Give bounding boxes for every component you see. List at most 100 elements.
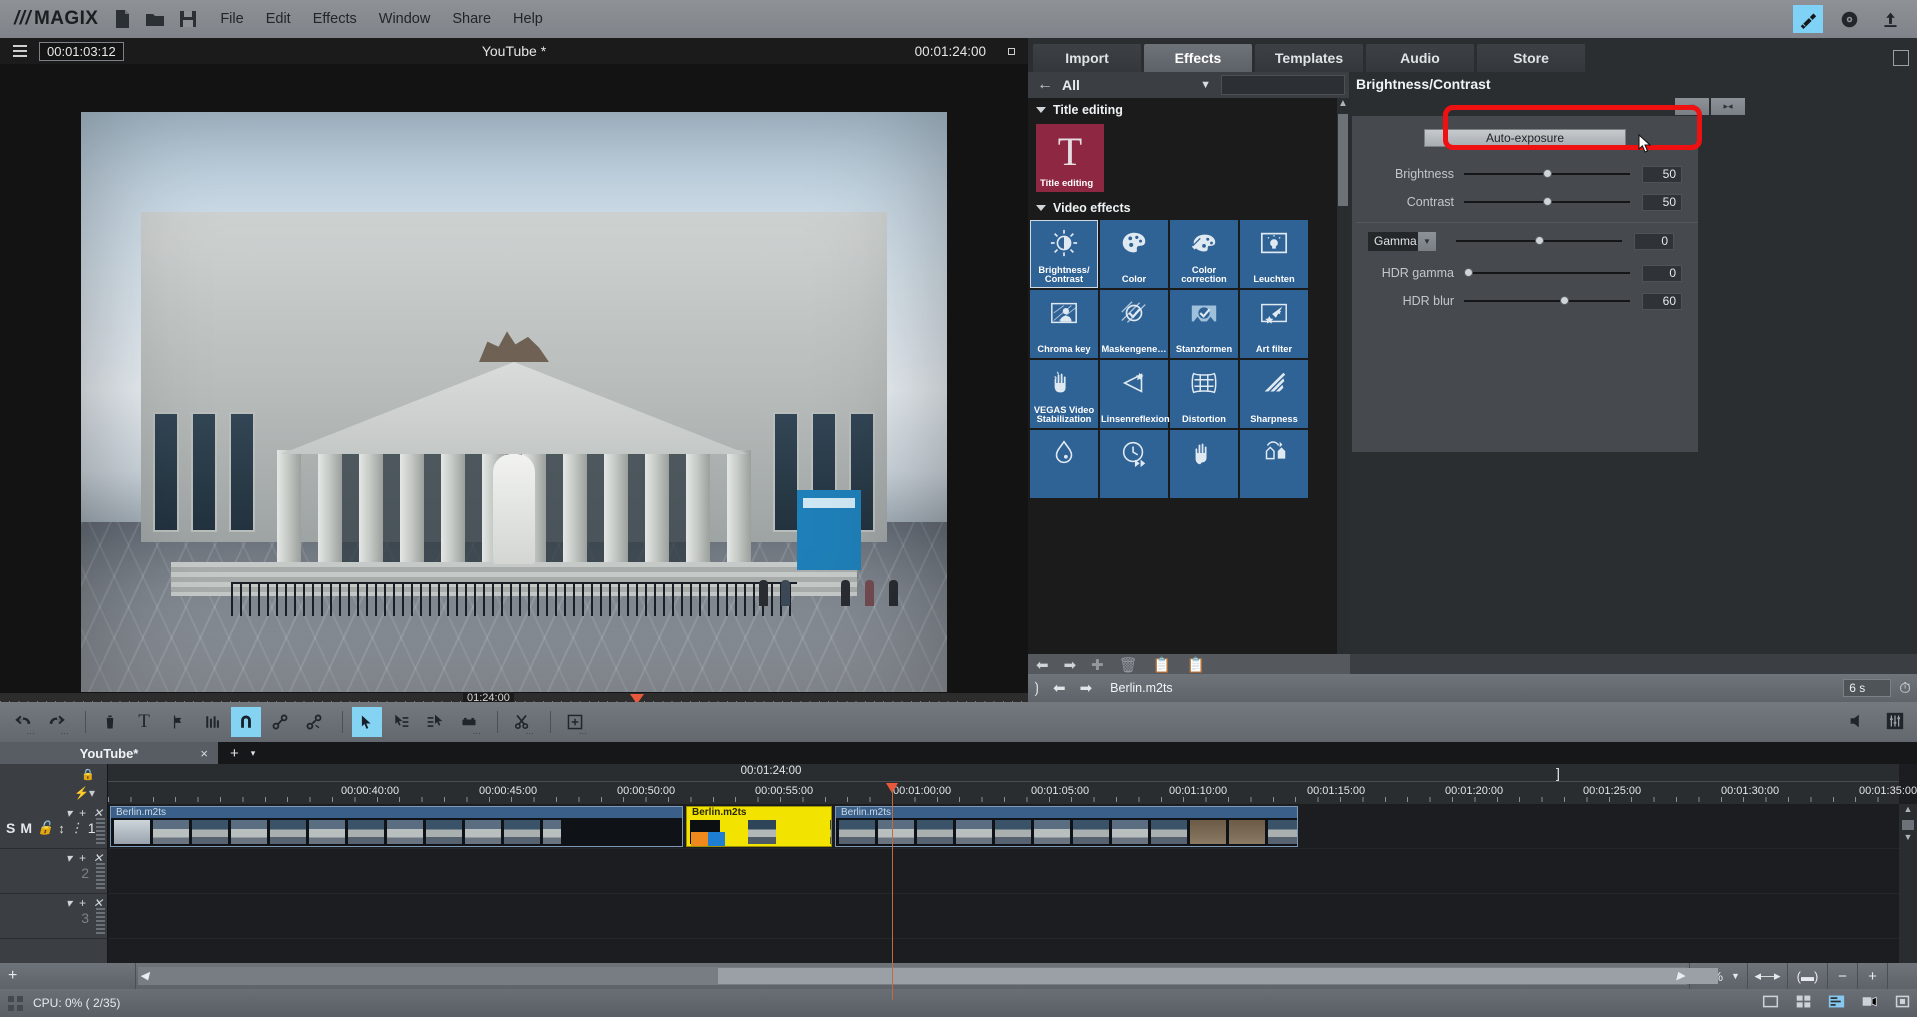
timeline-tab-youtube[interactable]: YouTube* × xyxy=(0,742,218,764)
timeline-tab-menu-icon[interactable]: ▾ xyxy=(251,748,256,759)
preview-current-timecode[interactable]: 00:01:03:12 xyxy=(39,41,124,61)
effect-sharpness[interactable]: Sharpness xyxy=(1240,360,1308,428)
scrollbar-thumb[interactable] xyxy=(1338,114,1348,206)
unlink-button[interactable] xyxy=(299,707,329,737)
effect-duration-input[interactable]: 6 s xyxy=(1843,679,1892,697)
brightness-value[interactable]: 50 xyxy=(1642,165,1682,183)
menu-effects[interactable]: Effects xyxy=(313,11,357,27)
render-bolt-icon[interactable]: ⚡▾ xyxy=(74,786,95,800)
scroll-up-icon[interactable]: ▲ xyxy=(1899,804,1917,818)
chevron-down-icon[interactable]: ▼ xyxy=(1200,79,1211,91)
collapse-chevrons-icon[interactable]: ⟯ xyxy=(1034,680,1039,697)
wand-active-icon[interactable] xyxy=(1793,5,1823,33)
track-header-3[interactable]: ▾ + ✕ 3 xyxy=(0,894,107,939)
lock-all-icon[interactable]: 🔒 xyxy=(81,768,95,781)
preview-maximize-icon[interactable] xyxy=(1000,41,1022,61)
menu-share[interactable]: Share xyxy=(452,11,491,27)
marker-button[interactable] xyxy=(163,707,193,737)
mouse-mode-menu-dots[interactable]: ... xyxy=(473,727,481,736)
clip-berlin-1[interactable]: Berlin.m2ts xyxy=(110,806,683,847)
track-1-mute-button[interactable]: M xyxy=(20,820,32,836)
tab-effects[interactable]: Effects xyxy=(1144,44,1252,72)
scroll-right-icon[interactable]: ▶ xyxy=(1677,969,1685,982)
effect-water-drop[interactable] xyxy=(1030,430,1098,498)
clip-berlin-2-selected[interactable]: Berlin.m2ts xyxy=(686,806,832,847)
chevron-down-icon[interactable]: ▼ xyxy=(1418,231,1436,251)
multi-view-icon[interactable] xyxy=(1795,993,1812,1013)
preset-dropdown-icon[interactable]: ▼ xyxy=(1675,98,1709,115)
track-menu-icon[interactable]: ▾ xyxy=(66,896,72,910)
group-header-title-editing[interactable]: Title editing xyxy=(1028,98,1349,122)
effects-list[interactable]: Title editing T Title editing Video effe… xyxy=(1028,98,1349,702)
link-button[interactable] xyxy=(265,707,295,737)
lock-icon[interactable]: 🔓 xyxy=(37,820,53,836)
scene-view-icon[interactable] xyxy=(1861,993,1878,1013)
add-track-icon[interactable]: + xyxy=(79,851,86,865)
redo-button[interactable]: ... xyxy=(42,707,72,737)
track-menu-icon[interactable]: ▾ xyxy=(66,851,72,865)
effect-distortion[interactable]: Distortion xyxy=(1170,360,1238,428)
menu-window[interactable]: Window xyxy=(379,11,431,27)
auto-exposure-button[interactable]: Auto-exposure xyxy=(1424,129,1626,147)
zoom-in-plus[interactable]: + xyxy=(1857,963,1887,989)
speaker-icon[interactable] xyxy=(1847,711,1867,734)
add-track-icon[interactable]: + xyxy=(79,806,86,820)
zoom-out-minus[interactable]: − xyxy=(1827,963,1857,989)
zoom-selection-icon[interactable]: (▬) xyxy=(1787,963,1827,989)
export-upload-icon[interactable] xyxy=(1875,5,1905,33)
gamma-select[interactable]: Gamma ▼ xyxy=(1368,231,1436,251)
track-2[interactable] xyxy=(108,849,1899,894)
effect-color-transfer[interactable] xyxy=(1240,430,1308,498)
contrast-value[interactable]: 50 xyxy=(1642,193,1682,211)
timeline-ruler[interactable]: 00:01:24:00 ] 00:00:40:00 00:00:45:00 00… xyxy=(108,764,1917,1000)
zoom-extra[interactable] xyxy=(1887,963,1917,989)
close-icon[interactable]: × xyxy=(200,746,208,761)
effect-color[interactable]: Color xyxy=(1100,220,1168,288)
title-button[interactable]: T xyxy=(129,707,159,737)
snap-magnet-button[interactable] xyxy=(231,707,261,737)
effect-hand[interactable] xyxy=(1170,430,1238,498)
effect-chroma-key[interactable]: Chroma key xyxy=(1030,290,1098,358)
group-header-video-effects[interactable]: Video effects xyxy=(1028,196,1349,220)
hdr-gamma-value[interactable]: 0 xyxy=(1642,264,1682,282)
track-1[interactable]: Berlin.m2ts Berlin.m2ts Berlin.m2ts xyxy=(108,804,1899,849)
reset-clock-icon[interactable]: ⏱ xyxy=(1899,680,1911,697)
menu-file[interactable]: File xyxy=(220,11,243,27)
storyboard-view-icon[interactable] xyxy=(1828,993,1845,1013)
back-arrow-icon[interactable]: ← xyxy=(1028,76,1062,94)
zoom-fit-button[interactable]: ... xyxy=(560,707,590,737)
open-folder-icon[interactable] xyxy=(145,9,165,29)
scrollbar-thumb[interactable] xyxy=(718,968,1718,984)
mouse-mode-single-track[interactable] xyxy=(386,707,416,737)
slider-knob[interactable] xyxy=(1559,296,1569,305)
hdr-gamma-slider[interactable] xyxy=(1464,266,1630,280)
effect-tile-title-editing[interactable]: T Title editing xyxy=(1036,124,1104,192)
breadcrumb[interactable]: All xyxy=(1062,77,1080,93)
scrollbar-thumb[interactable] xyxy=(1902,820,1914,830)
track-header-1[interactable]: ▾ + ✕ S M 🔓 ↕ ⋮ 1 xyxy=(0,804,107,849)
paste-keyframe-icon[interactable]: 📋 xyxy=(1186,656,1205,674)
track-header-2[interactable]: ▾ + ✕ 2 xyxy=(0,849,107,894)
track-menu-icon[interactable]: ▾ xyxy=(66,806,72,820)
hdr-blur-value[interactable]: 60 xyxy=(1642,292,1682,310)
track-fade-icon[interactable]: ⋮ xyxy=(70,820,83,836)
undo-button[interactable]: ... xyxy=(8,707,38,737)
zoom-range-icon[interactable]: ◂—▸ xyxy=(1747,963,1787,989)
redo-menu-dots[interactable]: ... xyxy=(61,727,69,736)
effects-scrollbar[interactable]: ▲ ▼ xyxy=(1337,98,1349,702)
mouse-mode-pointer[interactable] xyxy=(352,707,382,737)
track-height-icon[interactable]: ↕ xyxy=(58,821,65,836)
timeline-horizontal-scrollbar[interactable]: ◀ ▶ xyxy=(138,967,1718,985)
effect-brightness-contrast[interactable]: Brightness/ Contrast xyxy=(1030,220,1098,288)
brightness-slider[interactable] xyxy=(1464,167,1630,181)
search-input[interactable] xyxy=(1221,75,1345,95)
fullscreen-view-icon[interactable] xyxy=(1894,993,1911,1013)
track-3[interactable] xyxy=(108,894,1899,939)
slider-knob[interactable] xyxy=(1535,236,1544,245)
scroll-down-icon[interactable]: ▼ xyxy=(1899,832,1917,846)
track-1-solo-button[interactable]: S xyxy=(6,820,15,836)
burn-disc-icon[interactable] xyxy=(1834,5,1864,33)
zoom-fit-menu-dots[interactable]: ... xyxy=(579,727,587,736)
delete-keyframe-icon[interactable]: 🗑 xyxy=(1119,656,1138,674)
mouse-mode-curve[interactable]: ... xyxy=(454,707,484,737)
